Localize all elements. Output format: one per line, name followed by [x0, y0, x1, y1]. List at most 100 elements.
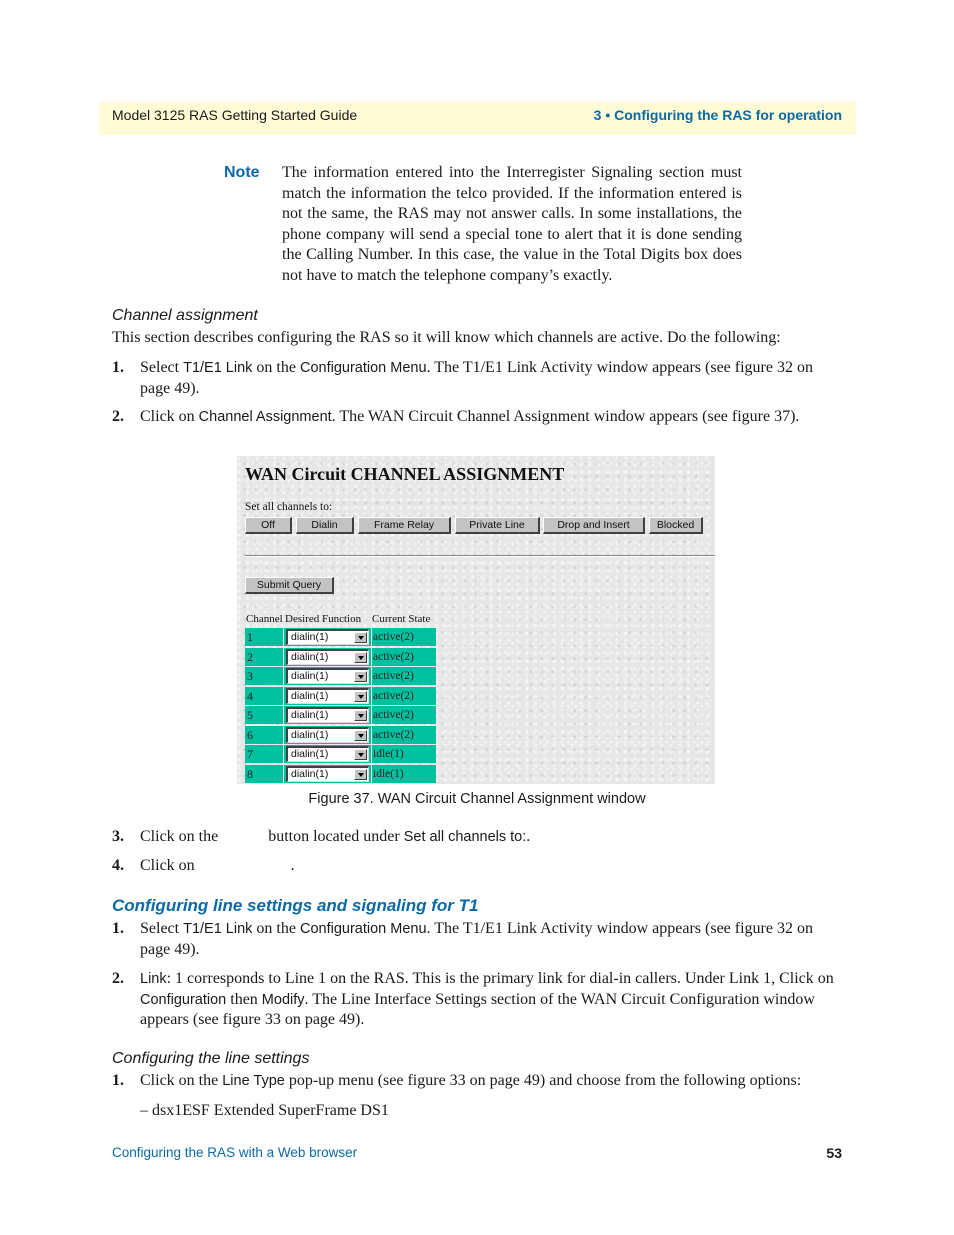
note-label: Note	[224, 164, 260, 181]
text-run: Click on	[140, 408, 199, 425]
table-row: 3 dialin(1) active(2)	[245, 667, 436, 685]
ui-term: T1/E1 Link	[183, 360, 253, 376]
desired-function-select[interactable]: dialin(1)	[286, 629, 369, 645]
column-header-channel: Channel	[246, 613, 283, 625]
step-number: 1.	[112, 359, 124, 376]
ca-step-1: 1. Select T1/E1 Link on the Configuratio…	[112, 358, 844, 400]
set-all-dialin-button[interactable]: Dialin	[296, 517, 354, 534]
desired-function-select[interactable]: dialin(1)	[286, 746, 369, 762]
current-state: active(2)	[372, 667, 436, 685]
desired-function-select[interactable]: dialin(1)	[286, 668, 369, 684]
selected-value: dialin(1)	[291, 689, 329, 702]
dropdown-arrow-icon[interactable]	[354, 749, 367, 760]
dropdown-arrow-icon[interactable]	[354, 710, 367, 721]
column-header-current-state: Current State	[372, 613, 431, 625]
ls-step-1: 1. Select T1/E1 Link on the Configuratio…	[112, 919, 844, 961]
dropdown-arrow-icon[interactable]	[354, 671, 367, 682]
channel-assignment-intro: This section describes configuring the R…	[112, 329, 781, 346]
desired-function-select[interactable]: dialin(1)	[286, 707, 369, 723]
submit-query-button[interactable]: Submit Query	[245, 577, 334, 594]
desired-function-select[interactable]: dialin(1)	[286, 648, 369, 665]
ca-step-4: 4. Click on.	[112, 856, 844, 878]
set-all-frame-relay-button[interactable]: Frame Relay	[358, 517, 451, 534]
step-number: 2.	[112, 970, 124, 987]
ui-term: Configuration	[140, 991, 227, 1008]
current-state: active(2)	[372, 686, 436, 705]
ls-sub-step-1: 1. Click on the Line Type pop-up menu (s…	[112, 1071, 844, 1093]
text-run: on the	[252, 920, 300, 937]
dropdown-arrow-icon[interactable]	[354, 690, 367, 702]
set-all-drop-and-insert-button[interactable]: Drop and Insert	[543, 517, 645, 534]
step-text: Click on Channel Assignment. The WAN Cir…	[140, 407, 844, 428]
table-row: 6 dialin(1) active(2)	[245, 725, 436, 744]
wan-channel-assignment-screenshot: WAN Circuit CHANNEL ASSIGNMENT Set all c…	[237, 456, 715, 784]
note-text: The information entered into the Interre…	[282, 164, 742, 284]
selected-value: dialin(1)	[291, 709, 329, 721]
channel-number: 1	[245, 628, 283, 646]
dropdown-arrow-icon[interactable]	[354, 651, 367, 663]
table-row: 2 dialin(1) active(2)	[245, 647, 436, 666]
text-run: Select	[140, 359, 184, 376]
set-all-private-line-button[interactable]: Private Line	[455, 517, 540, 534]
table-row: 4 dialin(1) active(2)	[245, 686, 436, 705]
set-all-blocked-button[interactable]: Blocked	[649, 517, 703, 534]
ui-term: Channel Assignment	[198, 409, 332, 425]
footer-section-title: Configuring the RAS with a Web browser	[112, 1145, 358, 1160]
ui-term: Configuration Menu	[299, 921, 427, 937]
ui-term: T1/E1 Link	[183, 921, 253, 937]
desired-function-select[interactable]: dialin(1)	[286, 687, 369, 704]
selected-value: dialin(1)	[291, 631, 329, 643]
line-type-option: – dsx1ESF Extended SuperFrame DS1	[140, 1102, 389, 1119]
text-run: Click on the	[140, 1072, 223, 1089]
selected-value: dialin(1)	[291, 670, 329, 682]
step-text-b: button located under	[268, 828, 404, 845]
ui-term: Modify	[261, 991, 305, 1008]
channel-number: 2	[245, 647, 283, 666]
step-number: 4.	[112, 857, 124, 874]
text-run: : 1 corresponds to Line 1 on the RAS. Th…	[166, 970, 834, 987]
current-state: idle(1)	[372, 764, 436, 783]
dropdown-arrow-icon[interactable]	[354, 729, 367, 741]
step-text-b: .	[290, 857, 295, 874]
step-text: Select T1/E1 Link on the Configuration M…	[140, 919, 844, 960]
step-text: Click on the Line Type pop-up menu (see …	[140, 1071, 844, 1092]
ca-step-2: 2. Click on Channel Assignment. The WAN …	[112, 407, 844, 429]
desired-function-select[interactable]: dialin(1)	[286, 726, 369, 743]
divider	[245, 555, 715, 557]
channel-number: 5	[245, 706, 283, 724]
ca-step-3: 3. Click on the button located under Set …	[112, 827, 844, 849]
channel-number: 7	[245, 745, 283, 763]
channel-number: 6	[245, 725, 283, 744]
desired-function-cell: dialin(1)	[284, 686, 371, 705]
ui-term: Line Type	[222, 1073, 285, 1089]
dropdown-arrow-icon[interactable]	[354, 768, 367, 780]
current-state: idle(1)	[372, 745, 436, 763]
desired-function-cell: dialin(1)	[284, 647, 371, 666]
selected-value: dialin(1)	[291, 650, 329, 663]
text-run: . The WAN Circuit Channel Assignment win…	[331, 408, 800, 425]
set-all-off-button[interactable]: Off	[245, 517, 292, 534]
current-state: active(2)	[372, 628, 436, 646]
step-text-a: Click on the	[140, 828, 219, 845]
selected-value: dialin(1)	[291, 767, 329, 780]
text-run: then	[226, 990, 262, 1008]
dropdown-arrow-icon[interactable]	[354, 632, 367, 643]
current-state: active(2)	[372, 706, 436, 724]
channel-number: 3	[245, 667, 283, 685]
step-text: Link: 1 corresponds to Line 1 on the RAS…	[140, 969, 844, 1031]
section-heading-line-settings: Configuring line settings and signaling …	[112, 896, 479, 915]
desired-function-cell: dialin(1)	[284, 628, 371, 646]
line-settings-subheading: Configuring the line settings	[112, 1050, 310, 1067]
current-state: active(2)	[372, 647, 436, 666]
text-run: pop-up menu (see figure 33 on page 49) a…	[284, 1072, 802, 1089]
step-number: 1.	[112, 1072, 124, 1089]
desired-function-select[interactable]: dialin(1)	[286, 765, 369, 782]
current-state: active(2)	[372, 725, 436, 744]
selected-value: dialin(1)	[291, 748, 329, 760]
table-row: 5 dialin(1) active(2)	[245, 706, 436, 724]
ui-term: Configuration Menu	[299, 360, 427, 376]
column-header-desired-function: Desired Function	[285, 613, 362, 625]
channel-number: 4	[245, 686, 283, 705]
window-title: WAN Circuit CHANNEL ASSIGNMENT	[245, 464, 565, 484]
ui-term: Set all channels to:	[403, 829, 527, 845]
